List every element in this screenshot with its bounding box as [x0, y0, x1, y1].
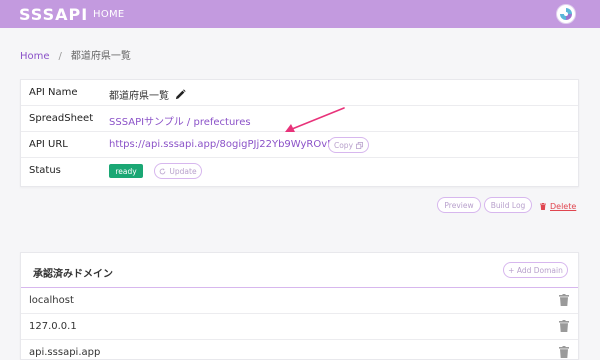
- delete-link[interactable]: Delete: [540, 202, 576, 211]
- breadcrumb: Home / 都道府県一覧: [20, 47, 131, 62]
- build-log-button[interactable]: Build Log: [484, 197, 532, 213]
- avatar[interactable]: [556, 4, 576, 24]
- trash-icon: [540, 203, 546, 210]
- app-logo[interactable]: SSSAPI: [19, 5, 88, 24]
- trash-icon[interactable]: [559, 294, 569, 306]
- domain-text: localhost: [29, 295, 74, 306]
- user-avatar-icon: [560, 8, 572, 20]
- status-label: Status: [29, 165, 61, 176]
- api-url-link[interactable]: https://api.sssapi.app/8ogigPJj22Yb9WyRO…: [109, 139, 348, 150]
- preview-label: Preview: [444, 200, 474, 210]
- domain-list-item: localhost: [21, 288, 578, 314]
- status-badge: ready: [109, 164, 143, 178]
- preview-button[interactable]: Preview: [437, 197, 481, 213]
- refresh-icon: [160, 168, 166, 174]
- nav-home-link[interactable]: HOME: [93, 9, 125, 20]
- domain-list-item: api.sssapi.app: [21, 340, 578, 359]
- breadcrumb-current: 都道府県一覧: [70, 51, 131, 62]
- top-bar: SSSAPI HOME: [0, 0, 600, 28]
- spreadsheet-label: SpreadSheet: [29, 113, 94, 124]
- api-name-row: API Name 都道府県一覧: [21, 80, 578, 106]
- status-row: Status ready Update: [21, 158, 578, 184]
- approved-domains-card: 承認済みドメイン + Add Domain localhost 127.0.0.…: [20, 252, 579, 360]
- api-name-text: 都道府県一覧: [109, 91, 169, 102]
- breadcrumb-home-link[interactable]: Home: [20, 51, 50, 62]
- copy-label: Copy: [333, 140, 354, 150]
- trash-icon[interactable]: [559, 320, 569, 332]
- api-details-card: API Name 都道府県一覧 SpreadSheet SSSAPIサンプル /…: [20, 79, 579, 187]
- api-name-value: 都道府県一覧: [109, 87, 186, 102]
- api-url-row: API URL https://api.sssapi.app/8ogigPJj2…: [21, 132, 578, 158]
- update-label: Update: [169, 166, 197, 176]
- add-domain-button[interactable]: + Add Domain: [503, 262, 568, 278]
- domain-list-item: 127.0.0.1: [21, 314, 578, 340]
- copy-button[interactable]: Copy: [328, 137, 369, 153]
- delete-label: Delete: [550, 202, 577, 211]
- spreadsheet-row: SpreadSheet SSSAPIサンプル / prefectures: [21, 106, 578, 132]
- api-name-label: API Name: [29, 87, 78, 98]
- domains-header: 承認済みドメイン + Add Domain: [21, 253, 578, 288]
- domains-title: 承認済みドメイン: [33, 269, 113, 280]
- copy-icon: [356, 141, 363, 149]
- domain-text: 127.0.0.1: [29, 321, 77, 332]
- domain-text: api.sssapi.app: [29, 347, 101, 358]
- add-domain-label: + Add Domain: [508, 265, 563, 275]
- breadcrumb-separator: /: [58, 51, 62, 62]
- trash-icon[interactable]: [559, 346, 569, 358]
- edit-pencil-icon[interactable]: [175, 89, 186, 100]
- spreadsheet-link[interactable]: SSSAPIサンプル / prefectures: [109, 113, 251, 128]
- build-log-label: Build Log: [490, 200, 526, 210]
- update-button[interactable]: Update: [154, 163, 202, 179]
- api-url-label: API URL: [29, 139, 68, 150]
